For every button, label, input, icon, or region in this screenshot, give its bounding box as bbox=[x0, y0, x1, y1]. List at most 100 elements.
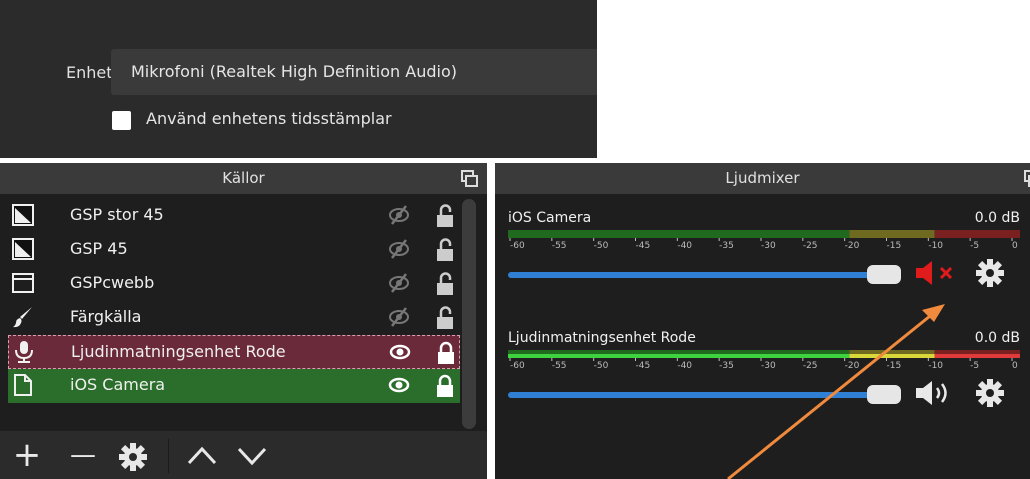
channel-name: iOS Camera bbox=[508, 210, 592, 226]
source-name: Färgkälla bbox=[70, 307, 142, 326]
meter-segment bbox=[934, 354, 1020, 358]
eye-hidden-icon[interactable] bbox=[388, 306, 410, 328]
source-name: iOS Camera bbox=[70, 375, 166, 394]
eye-icon[interactable] bbox=[388, 374, 410, 396]
source-name: GSPcwebb bbox=[70, 273, 155, 292]
eye-icon[interactable] bbox=[389, 341, 411, 363]
sources-dock-title: Källor bbox=[0, 163, 487, 194]
meter-tick-label: -20 bbox=[845, 241, 860, 248]
meter-segment bbox=[934, 230, 1020, 234]
eye-hidden-icon[interactable] bbox=[388, 238, 410, 260]
channel-db: 0.0 dB bbox=[974, 330, 1020, 346]
speaker-icon[interactable] bbox=[912, 378, 964, 408]
add-source-button[interactable]: + bbox=[10, 438, 44, 473]
image-icon bbox=[12, 204, 34, 226]
meter-tick-label: -60 bbox=[510, 241, 525, 248]
meter-segment bbox=[508, 350, 850, 354]
document-icon bbox=[14, 374, 32, 396]
sources-list: GSP stor 45 GSP 45 GSPcwebb Färgkälla Lj… bbox=[8, 199, 460, 403]
meter-tick-label: -5 bbox=[970, 241, 979, 248]
meter-tick-label: -55 bbox=[552, 241, 567, 248]
volume-meter: -60 -55 -50 -45 -40 -35 -30 -25 -20 -15 -10 -5 0 bbox=[508, 230, 1020, 248]
volume-slider[interactable] bbox=[508, 392, 888, 398]
meter-tick-label: -50 bbox=[594, 361, 609, 368]
volume-slider-handle[interactable] bbox=[867, 265, 901, 284]
meter-tick-label: -35 bbox=[719, 361, 734, 368]
meter-tick-label: -25 bbox=[803, 361, 818, 368]
window-icon bbox=[12, 273, 34, 293]
brush-icon bbox=[13, 307, 32, 328]
meter-tick-label: -15 bbox=[887, 241, 902, 248]
image-icon bbox=[12, 238, 34, 260]
meter-segment bbox=[849, 350, 935, 354]
source-item[interactable]: GSPcwebb bbox=[8, 267, 460, 301]
channel-name: Ljudinmatningsenhet Rode bbox=[508, 330, 696, 346]
audio-mixer-dock: Ljudmixer iOS Camera 0.0 dB -60 -55 -50 -45… bbox=[495, 163, 1030, 479]
mixer-title: Ljudmixer bbox=[725, 169, 800, 187]
gear-icon[interactable] bbox=[975, 258, 1005, 288]
undock-icon[interactable] bbox=[461, 170, 478, 187]
timestamps-checkbox[interactable] bbox=[112, 111, 131, 130]
toolbar-divider bbox=[168, 439, 169, 473]
unlock-icon[interactable] bbox=[434, 237, 456, 263]
sources-scrollbar[interactable] bbox=[462, 199, 476, 429]
meter-tick-label: -45 bbox=[636, 361, 651, 368]
meter-tick-label: 0 bbox=[1012, 241, 1018, 248]
meter-segment bbox=[849, 354, 935, 358]
undock-icon[interactable] bbox=[1024, 170, 1030, 187]
sources-title: Källor bbox=[222, 169, 265, 187]
move-down-icon[interactable] bbox=[236, 441, 268, 471]
meter-tick-label: -25 bbox=[803, 241, 818, 248]
eye-hidden-icon[interactable] bbox=[388, 204, 410, 226]
device-label: Enhet bbox=[66, 63, 113, 82]
move-up-icon[interactable] bbox=[186, 441, 218, 471]
meter-segment bbox=[849, 230, 935, 234]
sources-dock: Källor GSP stor 45 GSP 45 GSPcwebb Färgk… bbox=[0, 163, 487, 479]
unlock-icon[interactable] bbox=[434, 305, 456, 331]
source-name: Ljudinmatningsenhet Rode bbox=[71, 342, 286, 361]
source-name: GSP 45 bbox=[70, 239, 128, 258]
source-name: GSP stor 45 bbox=[70, 205, 164, 224]
source-item[interactable]: iOS Camera bbox=[8, 369, 460, 403]
eye-hidden-icon[interactable] bbox=[388, 272, 410, 294]
meter-tick-label: -30 bbox=[761, 361, 776, 368]
gear-icon[interactable] bbox=[975, 378, 1005, 408]
meter-tick-label: -60 bbox=[510, 361, 525, 368]
lock-icon[interactable] bbox=[435, 340, 457, 366]
meter-segment bbox=[508, 234, 850, 238]
microphone-icon bbox=[15, 341, 33, 363]
device-select[interactable]: Mikrofoni (Realtek High Definition Audio… bbox=[111, 49, 597, 95]
device-select-value: Mikrofoni (Realtek High Definition Audio… bbox=[131, 62, 457, 81]
volume-slider-handle[interactable] bbox=[867, 385, 901, 404]
volume-slider[interactable] bbox=[508, 272, 888, 278]
source-item-selected[interactable]: Ljudinmatningsenhet Rode bbox=[8, 335, 460, 369]
muted-speaker-icon[interactable] bbox=[912, 258, 964, 288]
meter-segment bbox=[934, 350, 1020, 354]
meter-tick-label: -50 bbox=[594, 241, 609, 248]
properties-panel: Enhet Mikrofoni (Realtek High Definition… bbox=[0, 0, 597, 158]
channel-db: 0.0 dB bbox=[974, 210, 1020, 226]
meter-tick-label: -35 bbox=[719, 241, 734, 248]
mixer-dock-title: Ljudmixer bbox=[495, 163, 1030, 194]
meter-tick-label: 0 bbox=[1012, 361, 1018, 368]
meter-tick-label: -10 bbox=[928, 241, 943, 248]
meter-segment bbox=[508, 230, 850, 234]
meter-tick-label: -30 bbox=[761, 241, 776, 248]
meter-tick-label: -15 bbox=[887, 361, 902, 368]
gear-icon[interactable] bbox=[118, 442, 148, 472]
unlock-icon[interactable] bbox=[434, 271, 456, 297]
source-item[interactable]: GSP stor 45 bbox=[8, 199, 460, 233]
remove-source-button[interactable]: — bbox=[66, 439, 100, 473]
meter-segment bbox=[934, 234, 1020, 238]
source-item[interactable]: GSP 45 bbox=[8, 233, 460, 267]
meter-tick-label: -20 bbox=[845, 361, 860, 368]
meter-tick-label: -40 bbox=[677, 361, 692, 368]
meter-tick-label: -55 bbox=[552, 361, 567, 368]
meter-tick-label: -10 bbox=[928, 361, 943, 368]
meter-tick-label: -5 bbox=[970, 361, 979, 368]
source-item[interactable]: Färgkälla bbox=[8, 301, 460, 335]
lock-icon[interactable] bbox=[434, 373, 456, 399]
timestamps-checkbox-label[interactable]: Använd enhetens tidsstämplar bbox=[146, 109, 392, 128]
meter-segment bbox=[849, 234, 935, 238]
unlock-icon[interactable] bbox=[434, 203, 456, 229]
